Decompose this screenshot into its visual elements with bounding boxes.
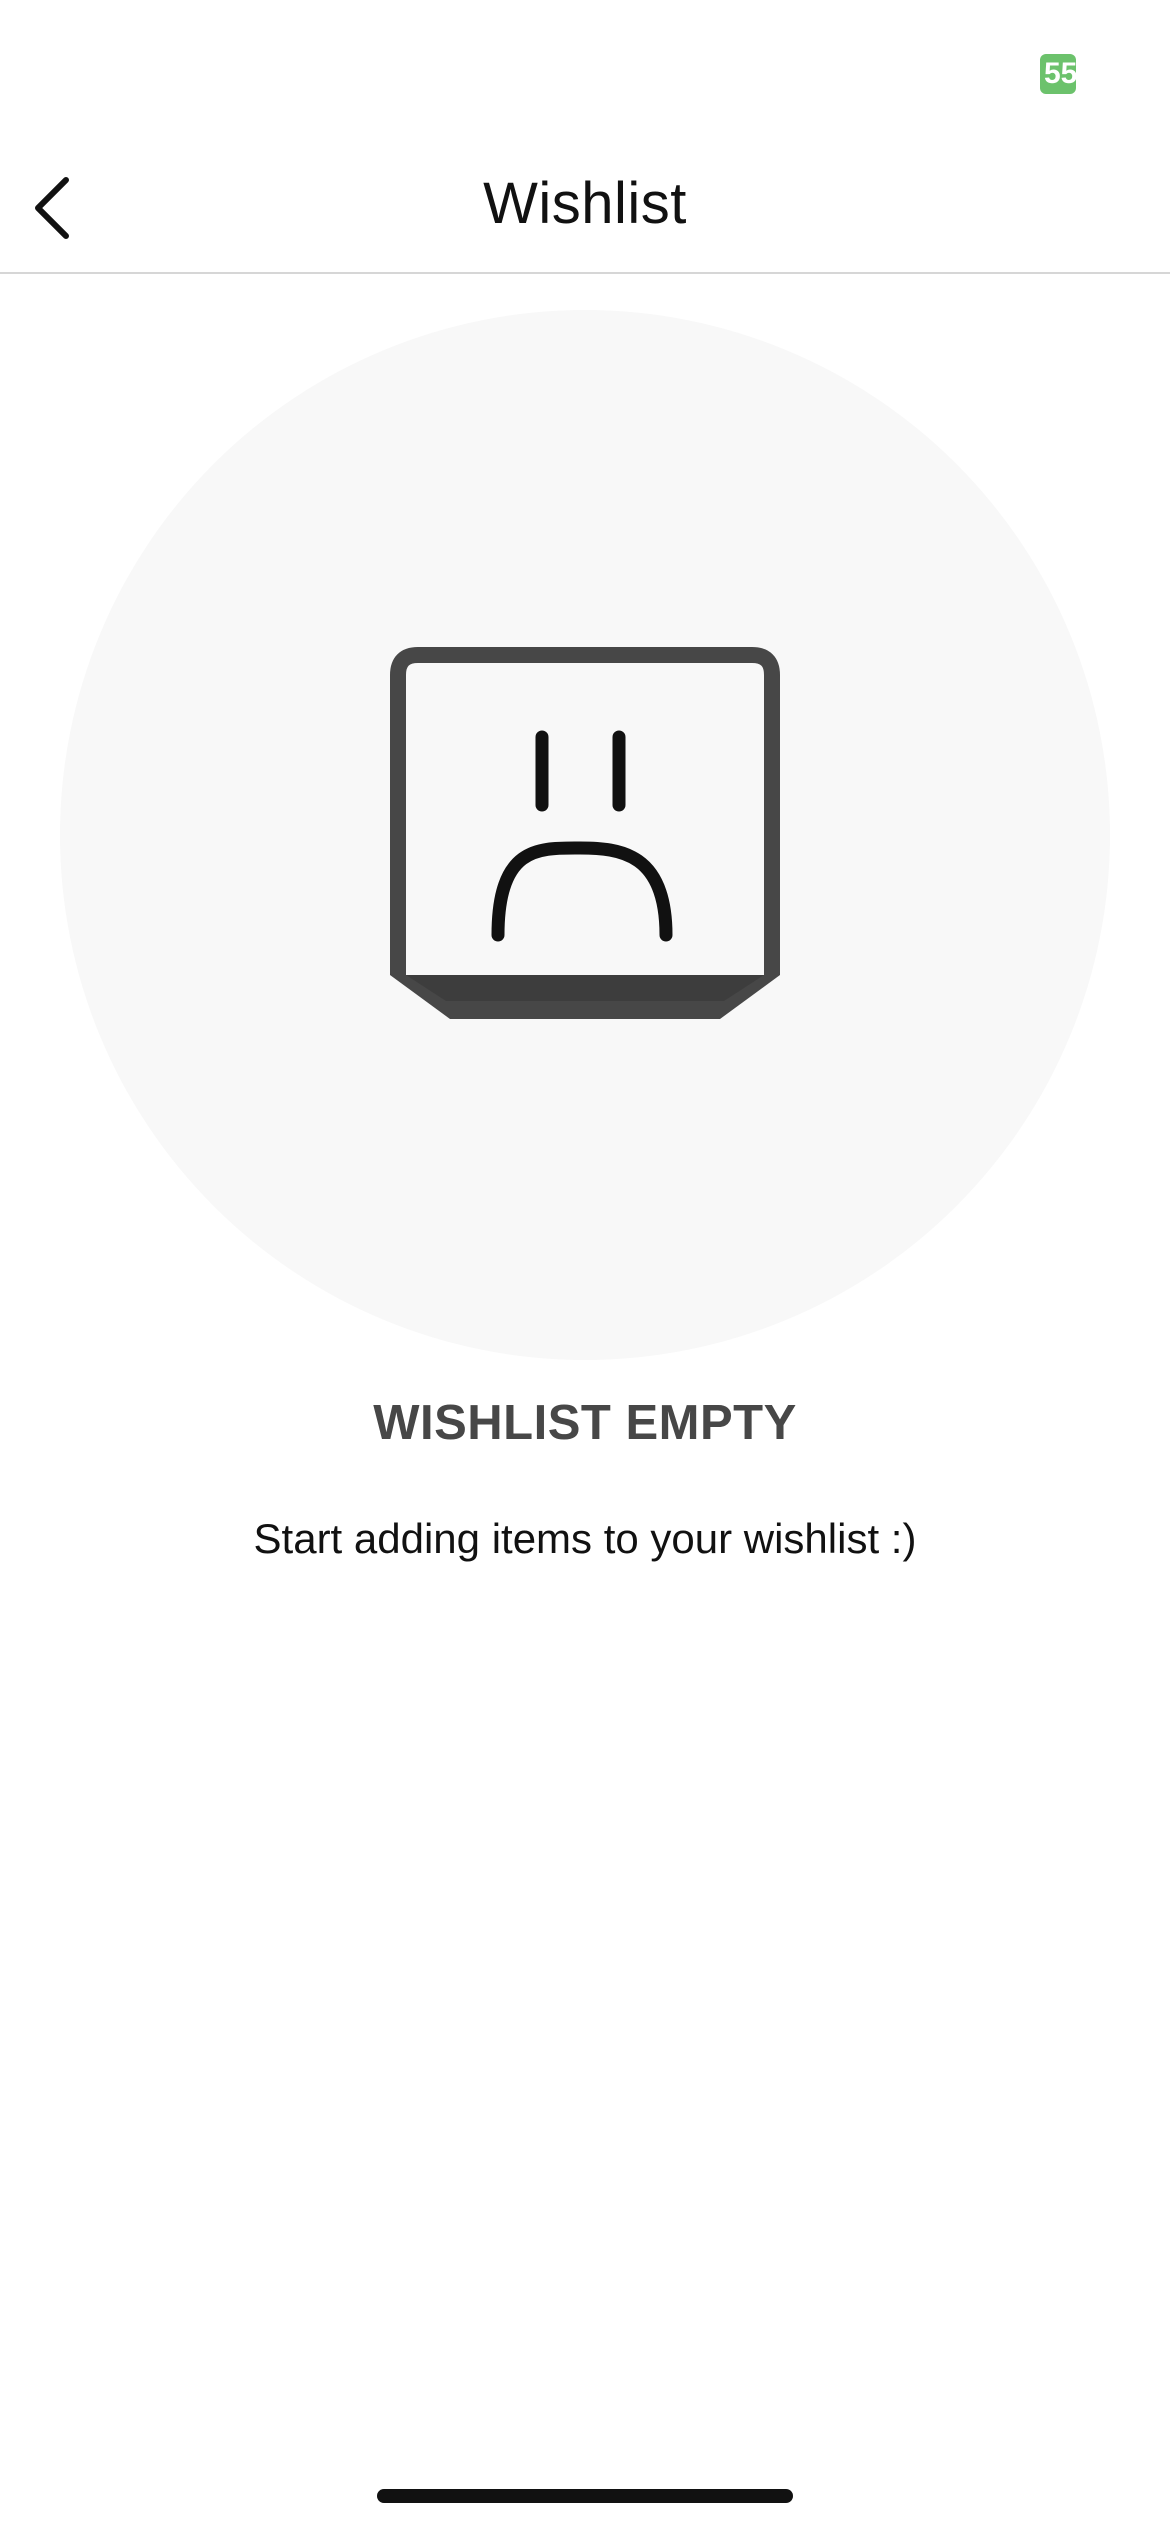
battery-level-badge: 55 — [1040, 54, 1076, 94]
page-title: Wishlist — [483, 171, 687, 236]
empty-state-title: WISHLIST EMPTY — [373, 1396, 797, 1450]
home-indicator[interactable] — [377, 2489, 793, 2503]
navigation-bar: Wishlist — [0, 140, 1170, 274]
sad-box-icon — [390, 647, 780, 1019]
empty-state-message: Start adding items to your wishlist :) — [253, 1515, 917, 1562]
status-bar: 55 — [0, 0, 1170, 140]
